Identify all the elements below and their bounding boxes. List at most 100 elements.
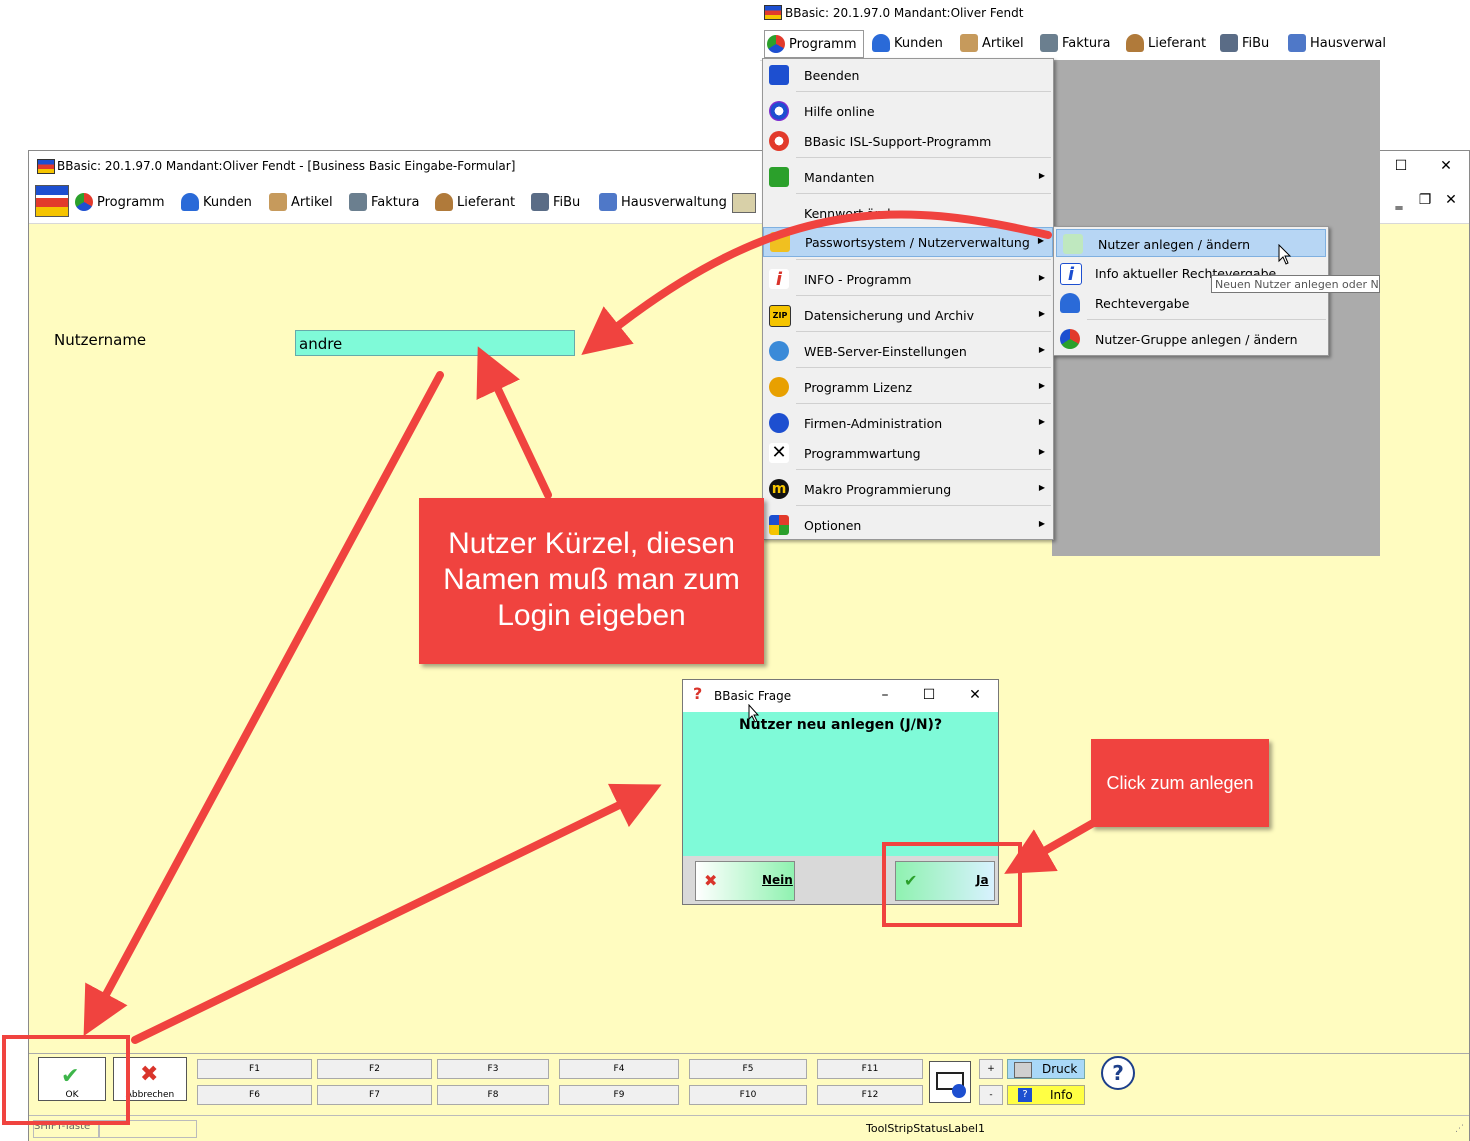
- submenu-rechtevergabe[interactable]: Rechtevergabe: [1054, 289, 1328, 317]
- submenu-arrow-icon: ▶: [1038, 519, 1045, 528]
- menu-item-kennwort[interactable]: Kennwort ändern: [763, 199, 1053, 227]
- app-icon: [764, 5, 782, 20]
- nutzername-input[interactable]: andre: [295, 330, 575, 356]
- box-icon: [269, 193, 287, 211]
- child-close-icon[interactable]: ✕: [1439, 189, 1463, 211]
- submenu-nutzer-gruppe[interactable]: Nutzer-Gruppe anlegen / ändern: [1054, 325, 1328, 353]
- f4-button[interactable]: F4: [559, 1059, 679, 1079]
- help-box-icon: ?: [1018, 1088, 1032, 1102]
- menu-item-programmwartung[interactable]: ✕ Programmwartung ▶: [763, 439, 1053, 467]
- f6-button[interactable]: F6: [197, 1085, 312, 1105]
- toolbar-hausverwaltung[interactable]: Hausverwal: [1288, 32, 1386, 54]
- main-window-title: BBasic: 20.1.97.0 Mandant:Oliver Fendt -…: [57, 159, 516, 173]
- menu-item-optionen[interactable]: Optionen ▶: [763, 511, 1053, 539]
- menu-item-makro[interactable]: m Makro Programmierung ▶: [763, 475, 1053, 503]
- dialog-close-icon[interactable]: ✕: [963, 684, 987, 706]
- exit-icon: [769, 65, 789, 85]
- help-question-icon[interactable]: ?: [1101, 1056, 1135, 1090]
- callout-click-anlegen: Click zum anlegen: [1091, 739, 1269, 827]
- f10-button[interactable]: F10: [689, 1085, 807, 1105]
- toolbar-artikel[interactable]: Artikel: [960, 32, 1024, 54]
- users-key-icon: [770, 232, 790, 252]
- status-bar: SHIFT-Taste ToolStripStatusLabel1 ⋰: [29, 1115, 1469, 1141]
- plus-button[interactable]: +: [979, 1059, 1003, 1079]
- toolbar-artikel[interactable]: Artikel: [269, 191, 333, 213]
- menu-item-hilfe-online[interactable]: Hilfe online: [763, 97, 1053, 125]
- supplier-icon: [435, 193, 453, 211]
- menu-item-firmen-admin[interactable]: Firmen-Administration ▶: [763, 409, 1053, 437]
- menu-window-title: BBasic: 20.1.97.0 Mandant:Oliver Fendt: [785, 6, 1024, 20]
- options-icon: [769, 515, 789, 535]
- toolbar-lieferant[interactable]: Lieferant: [435, 191, 515, 213]
- dialog-maximize-icon[interactable]: ☐: [917, 684, 941, 706]
- dialog-body: Nutzer neu anlegen (J/N)?: [683, 712, 998, 856]
- supplier-icon: [1126, 34, 1144, 52]
- printer-icon: [1014, 1062, 1032, 1078]
- toolbar-programm[interactable]: Programm: [75, 191, 165, 213]
- app-icon: [37, 159, 55, 174]
- menu-window-toolbar: Programm Kunden Artikel Faktura Lieferan…: [760, 26, 1386, 61]
- f7-button[interactable]: F7: [317, 1085, 432, 1105]
- info-button[interactable]: ? Info: [1007, 1085, 1085, 1105]
- dialog-minimize-icon[interactable]: –: [873, 684, 897, 706]
- resize-grip-icon[interactable]: ⋰: [1455, 1124, 1464, 1134]
- gear-icon: [769, 413, 789, 433]
- menu-separator: [796, 403, 1051, 404]
- toolbar-faktura[interactable]: Faktura: [1040, 32, 1110, 54]
- f12-button[interactable]: F12: [817, 1085, 923, 1105]
- user-rights-icon: [1060, 293, 1080, 313]
- folder-icon[interactable]: [732, 193, 756, 213]
- menu-item-lizenz[interactable]: Programm Lizenz ▶: [763, 373, 1053, 401]
- restore-icon[interactable]: ❐: [1413, 189, 1437, 211]
- nein-button[interactable]: ✖ Nein: [695, 861, 795, 901]
- highlight-ja-box: [882, 842, 1022, 927]
- toolbar-faktura[interactable]: Faktura: [349, 191, 419, 213]
- submenu-arrow-icon: ▶: [1037, 236, 1044, 245]
- toolbar-lieferant[interactable]: Lieferant: [1126, 32, 1206, 54]
- user-icon: [872, 34, 890, 52]
- maximize-icon[interactable]: ☐: [1389, 155, 1413, 177]
- menu-separator: [796, 259, 1051, 260]
- menu-separator: [796, 295, 1051, 296]
- menu-item-passwortsystem[interactable]: Passwortsystem / Nutzerverwaltung ▶: [763, 227, 1053, 257]
- toolbar-fibu[interactable]: FiBu: [1220, 32, 1269, 54]
- menu-item-mandanten[interactable]: Mandanten ▶: [763, 163, 1053, 191]
- minus-button[interactable]: -: [979, 1085, 1003, 1105]
- menu-item-beenden[interactable]: Beenden: [763, 61, 1053, 89]
- menu-separator: [796, 469, 1051, 470]
- close-icon[interactable]: ✕: [1434, 155, 1458, 177]
- toolbar-programm-active[interactable]: Programm: [764, 30, 864, 58]
- keyboard-info-button[interactable]: [929, 1061, 971, 1103]
- f11-button[interactable]: F11: [817, 1059, 923, 1079]
- user-icon: [181, 193, 199, 211]
- menu-item-datensicherung[interactable]: ZIP Datensicherung und Archiv ▶: [763, 301, 1053, 329]
- menu-separator: [796, 193, 1051, 194]
- f8-button[interactable]: F8: [437, 1085, 549, 1105]
- menu-separator: [796, 91, 1051, 92]
- add-user-icon: [1063, 234, 1083, 254]
- menu-item-web-server[interactable]: WEB-Server-Einstellungen ▶: [763, 337, 1053, 365]
- box-icon: [960, 34, 978, 52]
- toolbar-hausverwaltung[interactable]: Hausverwaltung: [599, 191, 727, 213]
- info-i-icon: i: [1060, 263, 1082, 285]
- calculator-icon: [531, 193, 549, 211]
- mandanten-icon: [769, 167, 789, 187]
- zip-icon: ZIP: [769, 305, 791, 327]
- menu-separator: [796, 331, 1051, 332]
- lifebuoy-icon: [769, 131, 789, 151]
- f9-button[interactable]: F9: [559, 1085, 679, 1105]
- nutzername-label: Nutzername: [54, 331, 147, 349]
- menu-item-support[interactable]: BBasic ISL-Support-Programm: [763, 127, 1053, 155]
- toolbar-fibu[interactable]: FiBu: [531, 191, 580, 213]
- calculator-icon: [1220, 34, 1238, 52]
- f1-button[interactable]: F1: [197, 1059, 312, 1079]
- toolbar-kunden[interactable]: Kunden: [181, 191, 252, 213]
- menu-item-info-programm[interactable]: i INFO - Programm ▶: [763, 265, 1053, 293]
- user-group-icon: [1060, 329, 1080, 349]
- f3-button[interactable]: F3: [437, 1059, 549, 1079]
- minimize-icon[interactable]: ‗: [1387, 191, 1411, 213]
- f5-button[interactable]: F5: [689, 1059, 807, 1079]
- f2-button[interactable]: F2: [317, 1059, 432, 1079]
- toolbar-kunden[interactable]: Kunden: [872, 32, 943, 54]
- druck-button[interactable]: Druck: [1007, 1059, 1085, 1079]
